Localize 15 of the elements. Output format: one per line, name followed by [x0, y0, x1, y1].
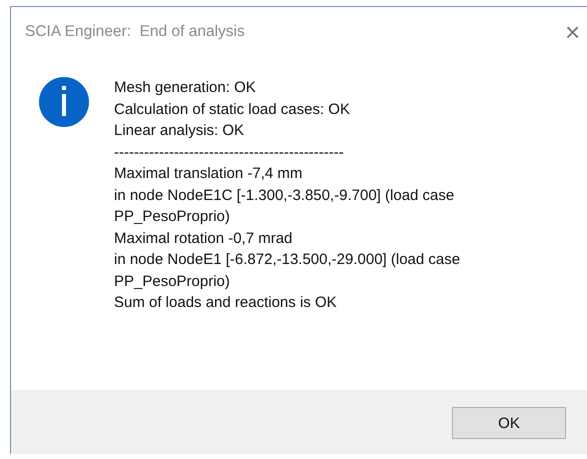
close-button[interactable]: × [565, 16, 587, 48]
message-line: Maximal rotation -0,7 mrad [114, 228, 294, 248]
window-title: SCIA Engineer: End of analysis [25, 23, 245, 41]
message-line: Mesh generation: OK [114, 78, 257, 98]
message-line: Maximal translation -7,4 mm [114, 164, 304, 184]
message-line: in node NodeE1C [-1.300,-3.850,-9.700] (load case [114, 186, 456, 206]
info-icon [39, 77, 89, 127]
message-line: Calculation of static load cases: OK [114, 100, 351, 120]
message-line: ---------------------------------------------- [114, 142, 345, 162]
message-line: Linear analysis: OK [114, 121, 246, 141]
ok-button[interactable]: OK [452, 407, 566, 439]
message-line: Sum of loads and reactions is OK [114, 293, 338, 313]
message-line: PP_PesoProprio) [114, 272, 231, 292]
message-line: PP_PesoProprio) [114, 207, 231, 227]
message-line: in node NodeE1 [-6.872,-13.500,-29.000] (load case [114, 250, 460, 270]
